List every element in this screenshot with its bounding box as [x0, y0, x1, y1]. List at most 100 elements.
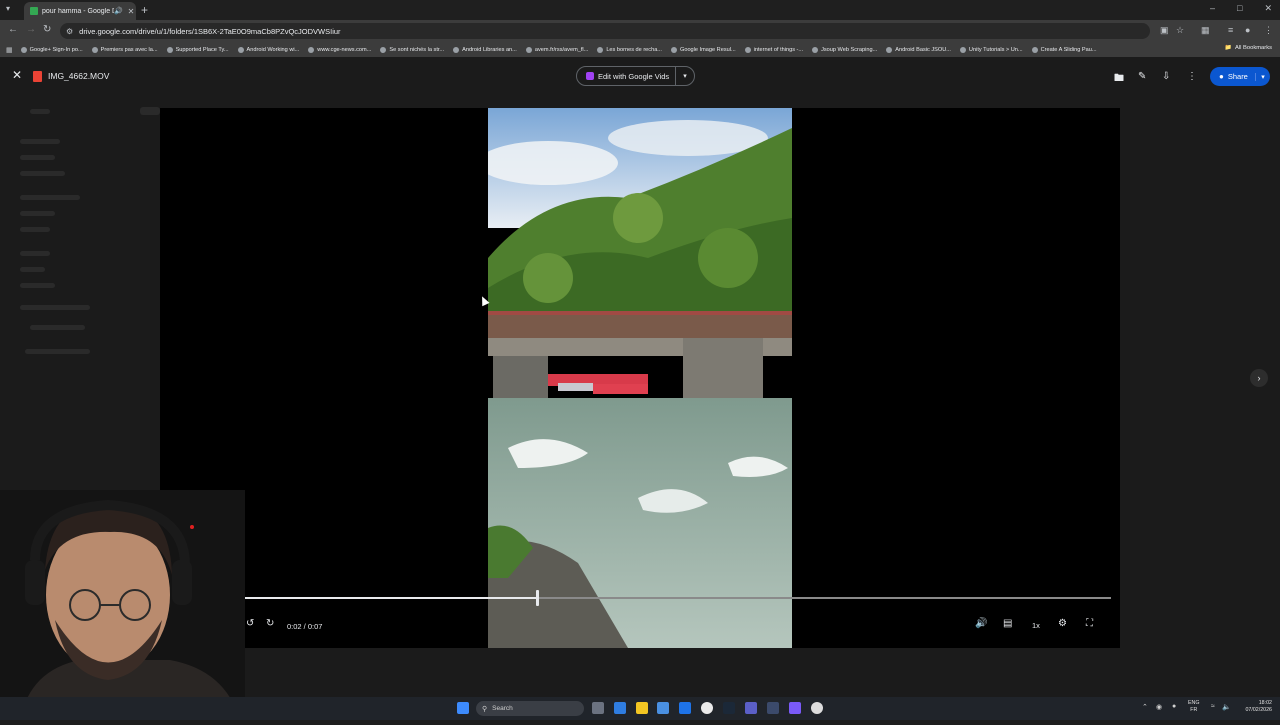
forward-10-icon[interactable]: ↻	[266, 618, 274, 629]
reload-icon[interactable]: ↻	[43, 24, 51, 35]
forward-icon[interactable]: →	[26, 24, 36, 35]
settings-gear-icon[interactable]: ⚙	[1058, 618, 1067, 629]
windows-taskbar: ⚲ Search ⌃ ◉ ● ENG FR ≈ 🔈 18:02 07/02/20…	[0, 697, 1280, 720]
bookmark-favicon-icon	[91, 46, 98, 53]
bookmark-item[interactable]: Unity Tutorials > Un...	[959, 46, 1023, 53]
bookmark-item[interactable]: internet of things -...	[744, 46, 803, 53]
url-text: drive.google.com/drive/u/1/folders/1SB6X…	[79, 26, 341, 36]
bookmark-label: Premiers pas avec la...	[100, 46, 158, 53]
bookmark-item[interactable]: Google+ Sign-In po...	[20, 46, 83, 53]
tab-close-icon[interactable]: ✕	[126, 7, 136, 16]
tray-overflow-icon[interactable]: ⌃	[1142, 703, 1148, 711]
more-actions-icon[interactable]: ⋮	[1187, 71, 1197, 82]
copilot-icon[interactable]	[614, 702, 626, 714]
tab-search-icon[interactable]: ≡	[1228, 25, 1233, 35]
microphone-icon[interactable]: ●	[1172, 703, 1176, 710]
profile-avatar-icon[interactable]: ●	[1245, 25, 1250, 35]
seek-bar[interactable]	[193, 590, 1111, 606]
webcam-person-image	[0, 490, 245, 720]
store-icon[interactable]	[657, 702, 669, 714]
bookmark-item[interactable]: Create A Sliding Pau...	[1031, 46, 1097, 53]
volume-icon[interactable]: 🔊	[975, 618, 987, 629]
maximize-icon[interactable]: □	[1237, 3, 1242, 14]
taskbar-search[interactable]: ⚲ Search	[476, 701, 584, 716]
steam-icon[interactable]	[723, 702, 735, 714]
bookmark-item[interactable]: Jsoup Web Scraping...	[812, 46, 878, 53]
url-field[interactable]: ⚙ drive.google.com/drive/u/1/folders/1SB…	[60, 23, 1150, 39]
app-icon[interactable]	[767, 702, 779, 714]
chrome-icon[interactable]	[701, 702, 713, 714]
wifi-icon[interactable]: ≈	[1211, 703, 1215, 710]
playback-speed-button[interactable]: 1x	[1032, 621, 1040, 630]
bookmark-label: www.cge-news.com...	[317, 46, 372, 53]
fullscreen-icon[interactable]: ⛶	[1086, 618, 1093, 629]
window-close-icon[interactable]: ✕	[1264, 3, 1272, 14]
windows-start-icon[interactable]	[457, 702, 469, 714]
share-button[interactable]: ● Share ▾	[1210, 67, 1270, 86]
bookmark-label: Unity Tutorials > Un...	[968, 46, 1023, 53]
search-icon: ⚲	[482, 705, 488, 713]
add-to-drive-icon[interactable]: 🖿	[1114, 71, 1124, 88]
taskbar-clock[interactable]: 18:02 07/02/2026	[1236, 700, 1272, 714]
add-comment-icon[interactable]: ✎	[1138, 71, 1146, 82]
apps-grid-icon[interactable]: ▦	[6, 46, 13, 54]
bookmark-label: Jsoup Web Scraping...	[821, 46, 878, 53]
google-vids-icon	[586, 72, 594, 80]
speaker-icon[interactable]: 🔊	[114, 7, 123, 15]
open-with-dropdown-icon[interactable]: ▾	[676, 72, 694, 80]
bookmark-favicon-icon	[525, 46, 532, 53]
antivirus-icon[interactable]: ◉	[1156, 703, 1162, 711]
seek-bar-handle[interactable]	[536, 590, 540, 606]
all-bookmarks-label: All Bookmarks	[1234, 45, 1272, 51]
share-label: Share	[1227, 72, 1248, 81]
bookmark-label: Les bornes de recha...	[606, 46, 662, 53]
next-file-arrow-icon[interactable]: ›	[1250, 369, 1268, 387]
mail-icon[interactable]	[679, 702, 691, 714]
browser-tab[interactable]: pour hamma - Google Drive 🔊 ✕	[24, 2, 136, 20]
messenger-icon[interactable]	[789, 702, 801, 714]
speaker-tray-icon[interactable]: 🔈	[1222, 703, 1231, 711]
bookmark-favicon-icon	[670, 46, 677, 53]
bookmark-favicon-icon	[812, 46, 819, 53]
new-tab-icon[interactable]: +	[141, 3, 148, 17]
lang-line-2: FR	[1190, 707, 1198, 713]
viewer-close-icon[interactable]: ✕	[12, 68, 22, 82]
chrome-alt-icon[interactable]	[811, 702, 823, 714]
bookmark-favicon-icon	[308, 46, 315, 53]
input-language[interactable]: ENG FR	[1188, 700, 1199, 714]
download-icon[interactable]: ⇩	[1162, 71, 1170, 82]
back-icon[interactable]: ←	[8, 24, 18, 35]
all-bookmarks-button[interactable]: 📁 All Bookmarks	[1220, 45, 1272, 51]
bookmark-item[interactable]: www.cge-news.com...	[308, 46, 372, 53]
bookmark-label: Android Working wi...	[246, 46, 300, 53]
file-explorer-icon[interactable]	[636, 702, 648, 714]
video-frame[interactable]	[488, 108, 792, 648]
teams-icon[interactable]	[745, 702, 757, 714]
bookmark-item[interactable]: Premiers pas avec la...	[91, 46, 158, 53]
minimize-icon[interactable]: –	[1210, 3, 1215, 14]
bookmark-item[interactable]: Android Working wi...	[237, 46, 300, 53]
bookmark-item[interactable]: Se sont nichés la str...	[380, 46, 444, 53]
rewind-10-icon[interactable]: ↺	[246, 618, 254, 629]
extensions-icon[interactable]: ▦	[1201, 25, 1210, 36]
bookmark-item[interactable]: Les bornes de recha...	[597, 46, 662, 53]
bookmark-item[interactable]: Google Image Resul...	[670, 46, 736, 53]
share-dropdown-icon[interactable]: ▾	[1255, 72, 1270, 81]
river-video-image	[488, 108, 792, 648]
bookmark-star-icon[interactable]: ☆	[1176, 25, 1184, 36]
browser-menu-icon[interactable]: ⋮	[1264, 25, 1273, 36]
edit-with-vids-button[interactable]: Edit with Google Vids ▾	[576, 66, 695, 86]
bookmark-item[interactable]: Supported Place Ty...	[166, 46, 229, 53]
bookmark-item[interactable]: avem.fr/rss/avem_fl...	[525, 46, 589, 53]
bookmark-item[interactable]: Android Libraries an...	[453, 46, 517, 53]
video-player[interactable]: ❚❚ ↺ ↻ 0:02 / 0:07 🔊 ▤ 1x ⚙ ⛶	[160, 108, 1120, 648]
bookmark-item[interactable]: Android Basic JSOU...	[886, 46, 951, 53]
install-app-icon[interactable]: ▣	[1160, 25, 1169, 36]
bookmark-favicon-icon	[453, 46, 460, 53]
bookmark-label: avem.fr/rss/avem_fl...	[534, 46, 589, 53]
tab-list-icon[interactable]: ▾	[6, 4, 10, 13]
site-info-icon[interactable]: ⚙	[66, 27, 73, 36]
bookmark-favicon-icon	[597, 46, 604, 53]
task-view-icon[interactable]	[592, 702, 604, 714]
captions-icon[interactable]: ▤	[1003, 618, 1012, 629]
